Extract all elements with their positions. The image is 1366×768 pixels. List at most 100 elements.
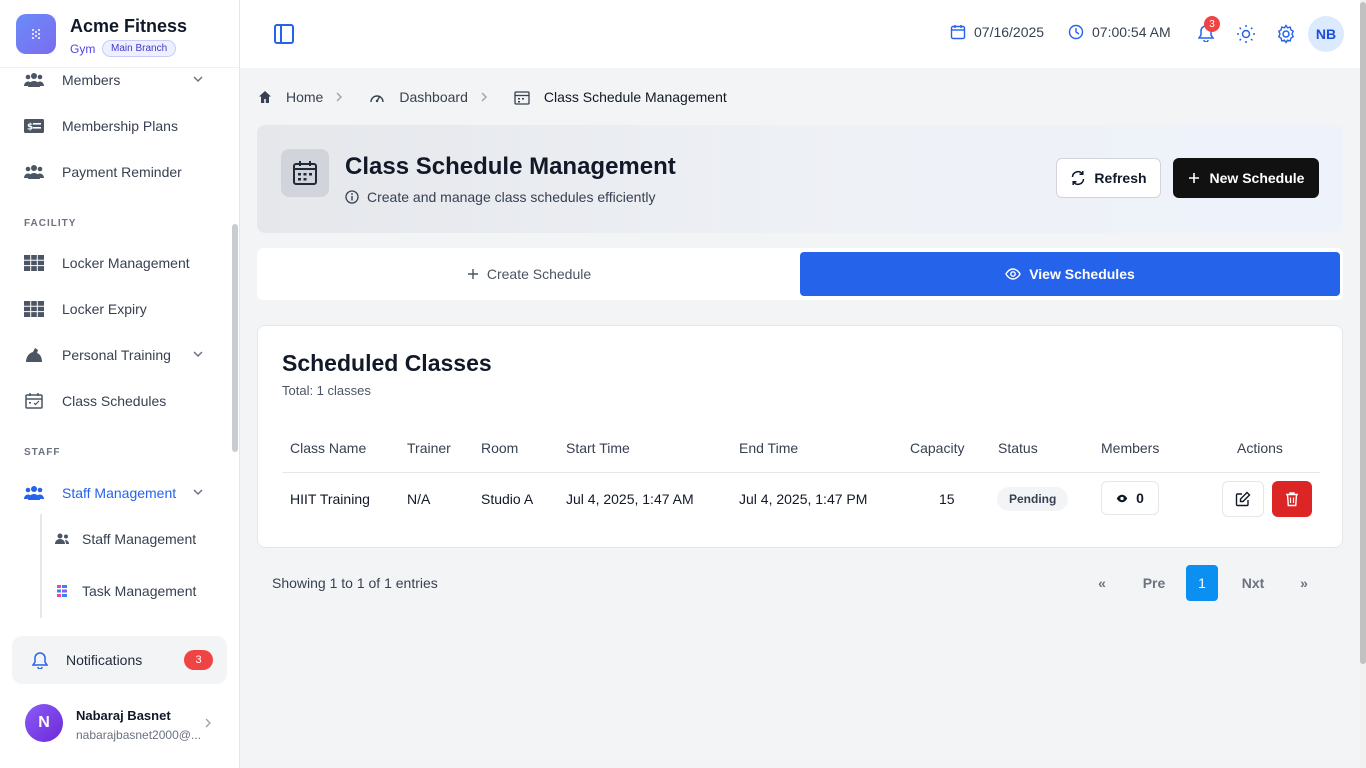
scheduled-classes-card: Scheduled Classes Total: 1 classes Class… (257, 325, 1343, 548)
page-title: Class Schedule Management (345, 153, 676, 180)
sidebar-item-label: Staff Management (62, 485, 177, 501)
locker-icon (24, 253, 44, 273)
cell-start-time: Jul 4, 2025, 1:47 AM (566, 491, 694, 507)
tab-view-schedules[interactable]: View Schedules (800, 252, 1340, 296)
tab-create-schedule[interactable]: Create Schedule (261, 252, 797, 296)
user-profile[interactable]: N Nabaraj Basnet nabarajbasnet2000@... (0, 694, 239, 754)
plus-icon (1188, 173, 1199, 183)
sidebar-subitem-label: Task Management (82, 583, 197, 599)
next-page-button[interactable]: Nxt (1236, 565, 1270, 601)
chevron-right-icon (480, 92, 502, 102)
sidebar-item-members[interactable]: Members (24, 68, 214, 98)
eye-icon (1116, 494, 1128, 502)
top-date: 07/16/2025 (950, 24, 1044, 40)
sidebar-subitem-staff-management[interactable]: Staff Management (54, 521, 224, 557)
sidebar-item-personal-training[interactable]: Personal Training (24, 337, 214, 373)
chevron-down-icon (192, 348, 204, 360)
sidebar-item-label: Members (62, 72, 121, 88)
column-header: Room (481, 440, 519, 456)
logo-icon (16, 14, 56, 54)
brand: Acme Fitness Gym Main Branch (0, 0, 239, 68)
new-schedule-button[interactable]: New Schedule (1173, 158, 1319, 198)
top-bar: 07/16/2025 07:00:54 AM 3 NB (240, 0, 1360, 68)
status-badge: Pending (997, 487, 1069, 511)
gauge-icon (370, 95, 385, 103)
sidebar-item-locker-expiry[interactable]: Locker Expiry (24, 291, 214, 327)
sidebar-scrollbar[interactable] (232, 224, 238, 452)
users-icon (24, 162, 44, 182)
first-page-button[interactable]: « (1090, 565, 1114, 601)
locker-icon (24, 299, 44, 319)
chevron-down-icon (192, 73, 204, 85)
users-icon (24, 483, 44, 503)
submenu-line (40, 514, 42, 618)
calendar-check-icon (24, 391, 44, 411)
page-scrollbar[interactable] (1360, 0, 1366, 768)
breadcrumb-home[interactable]: Home (286, 89, 323, 105)
avatar[interactable]: NB (1308, 16, 1344, 52)
sidebar: Acme Fitness Gym Main Branch Members $ M… (0, 0, 240, 768)
bell-count-badge: 3 (1204, 16, 1220, 32)
chevron-right-icon (335, 92, 357, 102)
notifications-count-badge: 3 (184, 650, 213, 670)
page-number-button[interactable]: 1 (1186, 565, 1218, 601)
sidebar-toggle-icon[interactable] (272, 22, 296, 46)
tab-label: View Schedules (1029, 266, 1135, 282)
delete-button[interactable] (1272, 481, 1312, 517)
column-header: Members (1101, 440, 1160, 456)
prev-page-button[interactable]: Pre (1136, 565, 1172, 601)
branch-badge: Main Branch (102, 40, 177, 57)
users-icon (24, 70, 44, 90)
brand-name: Acme Fitness (70, 16, 188, 36)
sidebar-subitem-task-management[interactable]: Task Management (54, 573, 224, 609)
avatar: N (25, 704, 63, 742)
sidebar-item-locker-management[interactable]: Locker Management (24, 245, 214, 281)
calendar-icon (950, 25, 966, 40)
sidebar-notifications[interactable]: Notifications 3 (12, 636, 227, 684)
clock-icon (1068, 24, 1084, 40)
edit-button[interactable] (1222, 481, 1264, 517)
view-members-button[interactable]: 0 (1101, 481, 1159, 515)
plus-icon (467, 269, 478, 279)
section-title: Scheduled Classes (282, 350, 492, 376)
breadcrumb: Home Dashboard Class Schedule Management (258, 89, 727, 105)
sidebar-item-membership-plans[interactable]: $ Membership Plans (24, 108, 214, 144)
column-header: Start Time (566, 440, 630, 456)
new-schedule-label: New Schedule (1209, 170, 1305, 186)
tab-label: Create Schedule (486, 266, 592, 282)
tasks-icon (54, 583, 70, 599)
column-header: Actions (1237, 440, 1283, 456)
total-count: Total: 1 classes (282, 383, 371, 398)
sun-icon[interactable] (1236, 24, 1256, 44)
notifications-label: Notifications (66, 652, 143, 668)
breadcrumb-current: Class Schedule Management (543, 89, 727, 105)
refresh-icon (1072, 171, 1085, 185)
chevron-down-icon (192, 486, 204, 498)
top-time: 07:00:54 AM (1068, 24, 1171, 40)
last-page-button[interactable]: » (1294, 565, 1314, 601)
sidebar-item-staff-management[interactable]: Staff Management (24, 475, 214, 511)
section-staff: STAFF (24, 447, 61, 458)
info-icon (345, 190, 359, 204)
cell-room: Studio A (481, 491, 534, 507)
bell-icon (32, 651, 48, 669)
eye-icon (1005, 268, 1021, 280)
users-icon (54, 531, 70, 547)
header-divider (282, 472, 1320, 473)
calendar-check-icon (514, 90, 530, 105)
sidebar-item-payment-reminder[interactable]: Payment Reminder (24, 154, 214, 190)
column-header: End Time (739, 440, 799, 456)
column-header: Capacity (910, 440, 965, 456)
breadcrumb-dashboard[interactable]: Dashboard (399, 89, 468, 105)
column-header: Class Name (290, 440, 367, 456)
column-header: Trainer (407, 440, 451, 456)
sidebar-item-class-schedules[interactable]: Class Schedules (24, 383, 214, 419)
section-facility: FACILITY (24, 218, 77, 229)
brand-type: Gym (70, 42, 96, 56)
gear-icon[interactable] (1276, 24, 1296, 44)
sidebar-item-label: Class Schedules (62, 393, 167, 409)
cell-class-name: HIIT Training (290, 491, 370, 507)
trash-icon (1286, 492, 1298, 507)
refresh-button[interactable]: Refresh (1056, 158, 1161, 198)
cell-end-time: Jul 4, 2025, 1:47 PM (739, 491, 868, 507)
